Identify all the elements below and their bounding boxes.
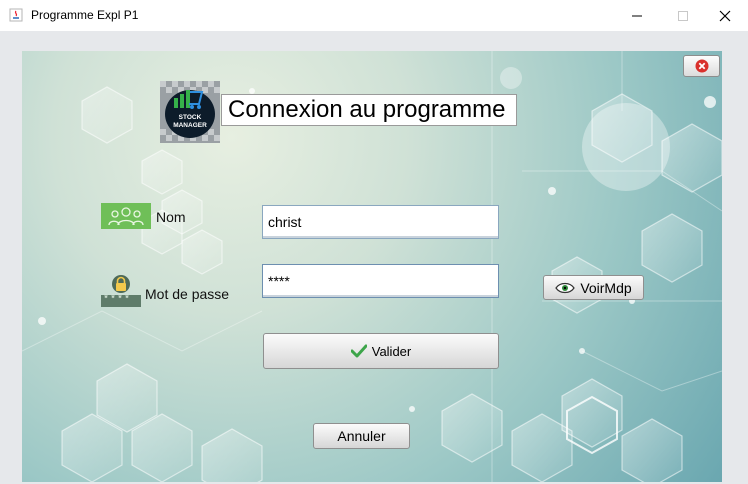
maximize-button[interactable] bbox=[660, 0, 706, 31]
nom-input[interactable]: christ bbox=[262, 205, 499, 239]
page-title: Connexion au programme bbox=[221, 94, 517, 126]
password-input[interactable]: **** bbox=[262, 264, 499, 298]
annuler-label: Annuler bbox=[337, 428, 386, 444]
maximize-icon bbox=[678, 10, 688, 21]
window-titlebar: Programme Expl P1 bbox=[0, 0, 748, 31]
logo-text-manager: MANAGER bbox=[173, 122, 207, 129]
window-title: Programme Expl P1 bbox=[31, 8, 139, 22]
minimize-icon bbox=[632, 15, 642, 16]
password-label: Mot de passe bbox=[145, 286, 230, 302]
eye-icon bbox=[555, 282, 576, 293]
close-app-button[interactable] bbox=[683, 55, 720, 77]
show-password-label: VoirMdp bbox=[580, 279, 632, 296]
password-icon-text: **** bbox=[103, 295, 132, 306]
annuler-button[interactable]: Annuler bbox=[313, 423, 410, 449]
minimize-button[interactable] bbox=[614, 0, 660, 31]
java-app-icon bbox=[9, 8, 23, 22]
nom-label: Nom bbox=[156, 209, 186, 225]
show-password-button[interactable]: VoirMdp bbox=[543, 275, 644, 300]
close-circle-icon bbox=[695, 59, 708, 73]
password-icon: **** bbox=[101, 274, 141, 308]
stock-manager-logo: STOCK MANAGER bbox=[160, 81, 220, 143]
checkmark-icon bbox=[350, 344, 367, 358]
close-icon bbox=[719, 10, 731, 21]
users-icon bbox=[101, 203, 151, 229]
window-close-button[interactable] bbox=[702, 0, 748, 31]
logo-text-stock: STOCK bbox=[179, 114, 202, 121]
valider-label: Valider bbox=[371, 343, 412, 359]
valider-button[interactable]: Valider bbox=[263, 333, 499, 369]
